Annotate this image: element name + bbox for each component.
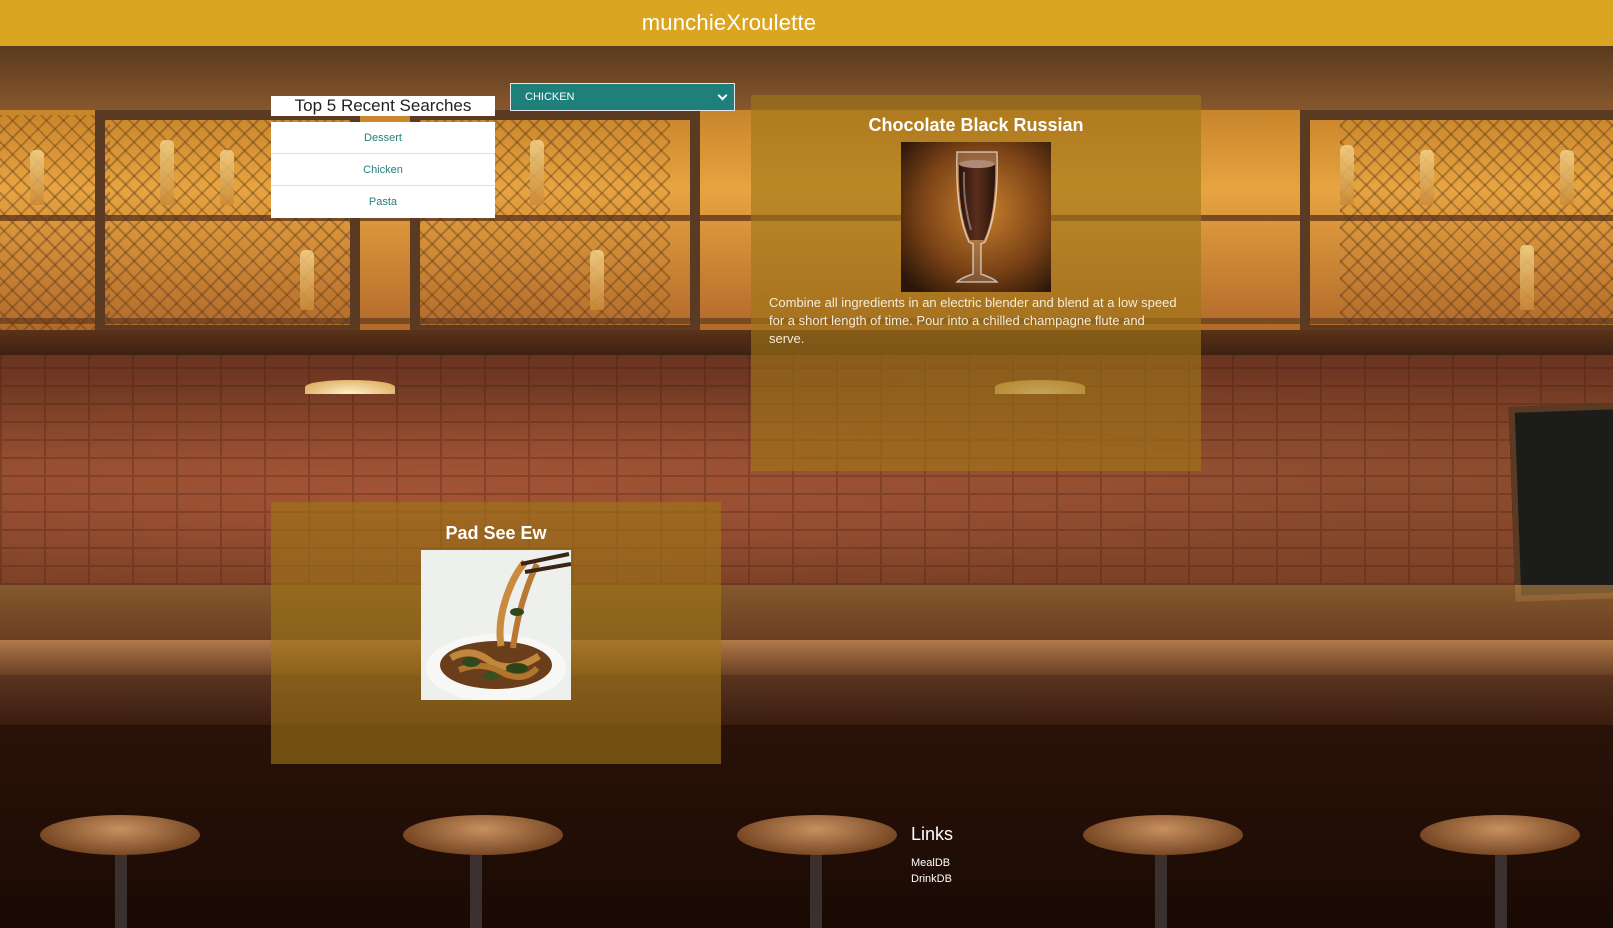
bottle (1520, 245, 1534, 310)
drink-title: Chocolate Black Russian (868, 115, 1084, 135)
stool-leg (1495, 850, 1507, 928)
stool-leg (470, 850, 482, 928)
drink-instructions: Combine all ingredients in an electric b… (769, 295, 1177, 346)
stool-seat (1083, 815, 1243, 855)
bottle (220, 150, 234, 205)
stool-seat (40, 815, 200, 855)
meal-card: Pad See Ew (271, 502, 721, 764)
recent-searches-list: Dessert Chicken Pasta (271, 122, 495, 218)
pendant-lamp (305, 380, 395, 394)
cabinet-frame (1300, 110, 1613, 335)
stool-leg (810, 850, 822, 928)
app-title: munchieXroulette (641, 10, 817, 35)
chevron-down-icon (717, 90, 728, 100)
stool-leg (1155, 850, 1167, 928)
drink-image (901, 142, 1051, 292)
stool-seat (1420, 815, 1580, 855)
bottle (300, 250, 314, 310)
cabinet-mesh (0, 115, 110, 330)
bar-counter-glow (0, 585, 1613, 645)
meal-image (421, 550, 571, 700)
mealdb-link[interactable]: MealDB (911, 855, 953, 871)
stool-seat (403, 815, 563, 855)
category-select[interactable]: CHICKEN (510, 83, 735, 111)
recent-search-item[interactable]: Pasta (271, 186, 495, 218)
bottle (30, 150, 44, 205)
stool-leg (115, 850, 127, 928)
bottle (1420, 150, 1434, 205)
recent-searches-panel: Top 5 Recent Searches Dessert Chicken Pa… (271, 96, 495, 218)
bottle (1340, 145, 1354, 205)
bar-counter-top (0, 640, 1613, 675)
stool-seat (737, 815, 897, 855)
category-select-value: CHICKEN (525, 91, 575, 103)
bar-counter-front (0, 675, 1613, 725)
recent-search-item[interactable]: Dessert (271, 122, 495, 154)
recent-search-item[interactable]: Chicken (271, 154, 495, 186)
bottle (160, 140, 174, 205)
drinkdb-link[interactable]: DrinkDB (911, 871, 953, 887)
footer-links: Links MealDB DrinkDB (911, 824, 953, 887)
drink-card: Chocolate Black Russian Combine all ingr… (751, 95, 1201, 471)
meal-title: Pad See Ew (445, 523, 547, 543)
app-header: munchieXroulette (0, 0, 1613, 46)
bottle (1560, 150, 1574, 205)
links-heading: Links (911, 824, 954, 844)
bottle (590, 250, 604, 310)
bottle (530, 140, 544, 205)
chalkboard-sign (1508, 403, 1613, 602)
recent-searches-title: Top 5 Recent Searches (271, 96, 495, 116)
